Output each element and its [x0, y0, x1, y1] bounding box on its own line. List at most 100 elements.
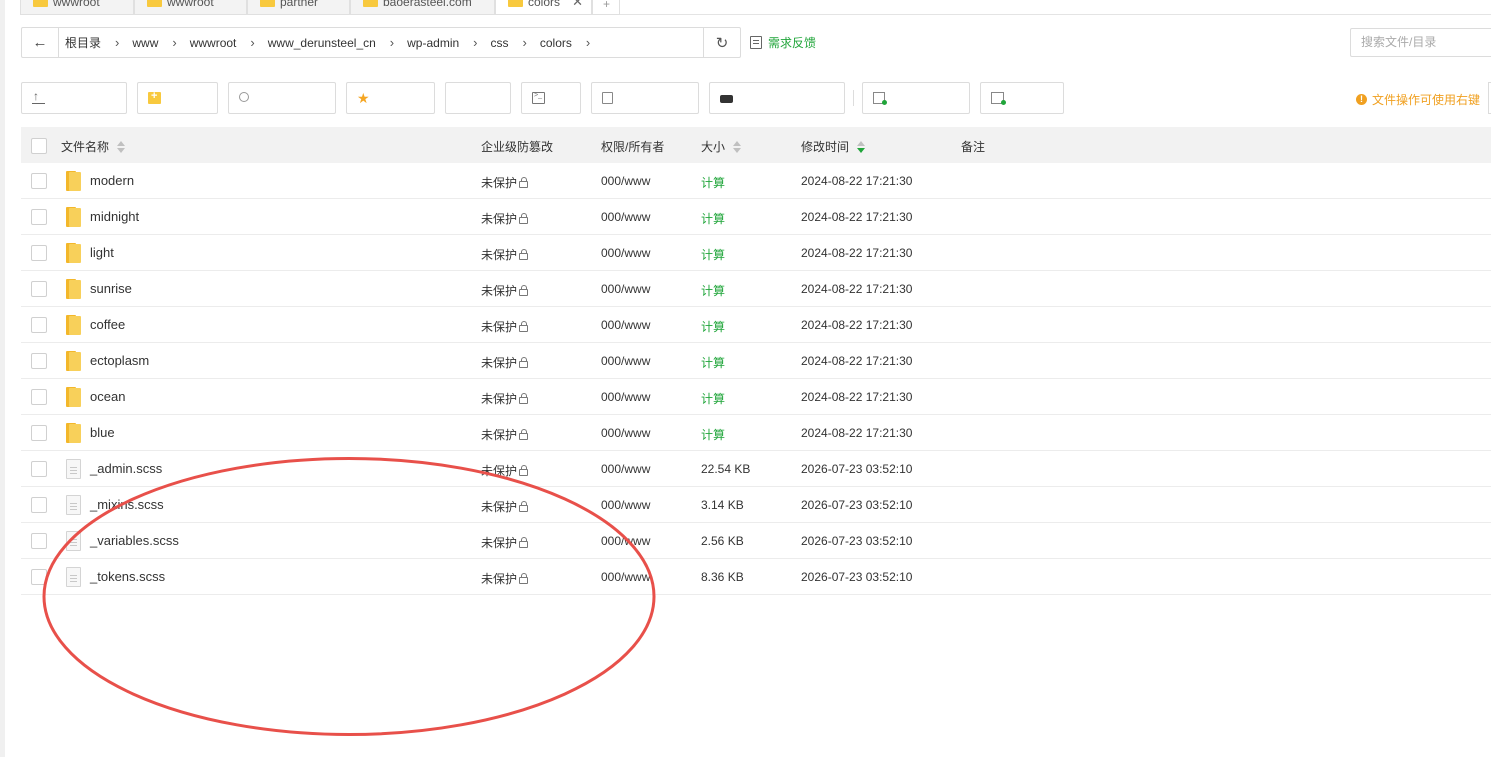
upload-button[interactable]	[21, 82, 127, 114]
permission[interactable]: 000/www	[601, 570, 650, 584]
crumb-css[interactable]: css	[491, 36, 509, 50]
permission[interactable]: 000/www	[601, 462, 650, 476]
protect-status[interactable]: 未保护	[481, 498, 529, 515]
table-row[interactable]: _admin.scss 未保护 000/www 22.54 KB 2026-07-23 …	[21, 451, 1491, 487]
permission[interactable]: 000/www	[601, 354, 650, 368]
address-bar[interactable]: ← 根目录 › www › wwwroot › www_derunsteel_cn › …	[21, 27, 741, 58]
file-name[interactable]: _variables.scss	[90, 533, 179, 548]
calc-size-link[interactable]: 计算	[701, 354, 725, 371]
calc-size-link[interactable]: 计算	[701, 318, 725, 335]
file-name[interactable]: sunrise	[90, 281, 132, 296]
crumb-colors[interactable]: colors	[540, 36, 572, 50]
search-button[interactable]	[228, 82, 336, 114]
permission[interactable]: 000/www	[601, 534, 650, 548]
col-mtime[interactable]: 修改时间	[801, 138, 866, 155]
row-checkbox[interactable]	[31, 245, 47, 261]
protect-status[interactable]: 未保护	[481, 570, 529, 587]
table-row[interactable]: _tokens.scss 未保护 000/www 8.36 KB 2026-07-23 …	[21, 559, 1491, 595]
row-checkbox[interactable]	[31, 497, 47, 513]
protect-status[interactable]: 未保护	[481, 534, 529, 551]
table-row[interactable]: modern 未保护 000/www 计算 2024-08-22 17:21:30	[21, 163, 1491, 199]
row-checkbox[interactable]	[31, 533, 47, 549]
protect-status[interactable]: 未保护	[481, 246, 529, 263]
calc-size-link[interactable]: 计算	[701, 390, 725, 407]
permission[interactable]: 000/www	[601, 498, 650, 512]
feedback-link[interactable]: 需求反馈	[750, 34, 816, 51]
back-button[interactable]: ←	[22, 28, 59, 57]
calc-size-link[interactable]: 计算	[701, 246, 725, 263]
row-checkbox[interactable]	[31, 317, 47, 333]
protect-status[interactable]: 未保护	[481, 390, 529, 407]
file-name[interactable]: _tokens.scss	[90, 569, 165, 584]
file-name[interactable]: _admin.scss	[90, 461, 162, 476]
select-all-checkbox[interactable]	[31, 138, 47, 154]
col-size[interactable]: 大小	[701, 138, 742, 155]
row-checkbox[interactable]	[31, 209, 47, 225]
tab-colors[interactable]: colors ✕	[495, 0, 592, 15]
crumb-www[interactable]: www	[132, 36, 158, 50]
protect-status[interactable]: 未保护	[481, 210, 529, 227]
doc-button[interactable]	[591, 82, 699, 114]
favorites-button[interactable]: ★	[346, 82, 435, 114]
crumb-root[interactable]: 根目录	[65, 34, 101, 51]
table-row[interactable]: blue 未保护 000/www 计算 2024-08-22 17:21:30	[21, 415, 1491, 451]
protect-status[interactable]: 未保护	[481, 318, 529, 335]
table-row[interactable]: _mixins.scss 未保护 000/www 3.14 KB 2026-07-23 …	[21, 487, 1491, 523]
permission[interactable]: 000/www	[601, 210, 650, 224]
add-tab-button[interactable]: +	[592, 0, 620, 15]
tab-wwwroot-2[interactable]: wwwroot	[134, 0, 247, 15]
permission[interactable]: 000/www	[601, 282, 650, 296]
protect-status[interactable]: 未保护	[481, 282, 529, 299]
protect-status[interactable]: 未保护	[481, 462, 529, 479]
row-checkbox[interactable]	[31, 389, 47, 405]
crumb-wp-admin[interactable]: wp-admin	[407, 36, 459, 50]
disk-button[interactable]	[709, 82, 845, 114]
protect-status[interactable]: 未保护	[481, 174, 529, 191]
calc-size-link[interactable]: 计算	[701, 174, 725, 191]
close-icon[interactable]: ✕	[572, 0, 583, 10]
file-name[interactable]: midnight	[90, 209, 139, 224]
file-name[interactable]: blue	[90, 425, 115, 440]
table-row[interactable]: midnight 未保护 000/www 计算 2024-08-22 17:21:30	[21, 199, 1491, 235]
protect-status[interactable]: 未保护	[481, 354, 529, 371]
table-row[interactable]: ocean 未保护 000/www 计算 2024-08-22 17:21:30	[21, 379, 1491, 415]
table-row[interactable]: coffee 未保护 000/www 计算 2024-08-22 17:21:30	[21, 307, 1491, 343]
file-name[interactable]: ocean	[90, 389, 125, 404]
permission[interactable]: 000/www	[601, 426, 650, 440]
col-name[interactable]: 文件名称	[61, 138, 126, 155]
table-row[interactable]: _variables.scss 未保护 000/www 2.56 KB 2026-07-…	[21, 523, 1491, 559]
terminal-button[interactable]	[521, 82, 581, 114]
calc-size-link[interactable]: 计算	[701, 426, 725, 443]
permission[interactable]: 000/www	[601, 390, 650, 404]
new-file-button[interactable]	[862, 82, 970, 114]
crumb-wwwroot[interactable]: wwwroot	[190, 36, 237, 50]
table-row[interactable]: ectoplasm 未保护 000/www 计算 2024-08-22 17:21:30	[21, 343, 1491, 379]
row-checkbox[interactable]	[31, 173, 47, 189]
file-name[interactable]: ectoplasm	[90, 353, 149, 368]
folder-action-button[interactable]	[980, 82, 1064, 114]
new-folder-button[interactable]	[137, 82, 218, 114]
row-checkbox[interactable]	[31, 569, 47, 585]
refresh-button[interactable]: ↻	[703, 28, 740, 57]
row-checkbox[interactable]	[31, 353, 47, 369]
search-input[interactable]: 搜索文件/目录	[1350, 28, 1491, 57]
calc-size-link[interactable]: 计算	[701, 210, 725, 227]
toolbar-blank-button[interactable]	[445, 82, 511, 114]
crumb-site[interactable]: www_derunsteel_cn	[268, 36, 376, 50]
tab-baoerasteel[interactable]: baoerasteel.com	[350, 0, 495, 15]
file-name[interactable]: coffee	[90, 317, 125, 332]
file-name[interactable]: modern	[90, 173, 134, 188]
file-name[interactable]: light	[90, 245, 114, 260]
row-checkbox[interactable]	[31, 281, 47, 297]
calc-size-link[interactable]: 计算	[701, 282, 725, 299]
permission[interactable]: 000/www	[601, 246, 650, 260]
tab-partner[interactable]: partner	[247, 0, 350, 15]
row-checkbox[interactable]	[31, 425, 47, 441]
permission[interactable]: 000/www	[601, 318, 650, 332]
table-row[interactable]: sunrise 未保护 000/www 计算 2024-08-22 17:21:30	[21, 271, 1491, 307]
file-name[interactable]: _mixins.scss	[90, 497, 164, 512]
protect-status[interactable]: 未保护	[481, 426, 529, 443]
tab-wwwroot-1[interactable]: wwwroot	[20, 0, 134, 15]
permission[interactable]: 000/www	[601, 174, 650, 188]
row-checkbox[interactable]	[31, 461, 47, 477]
